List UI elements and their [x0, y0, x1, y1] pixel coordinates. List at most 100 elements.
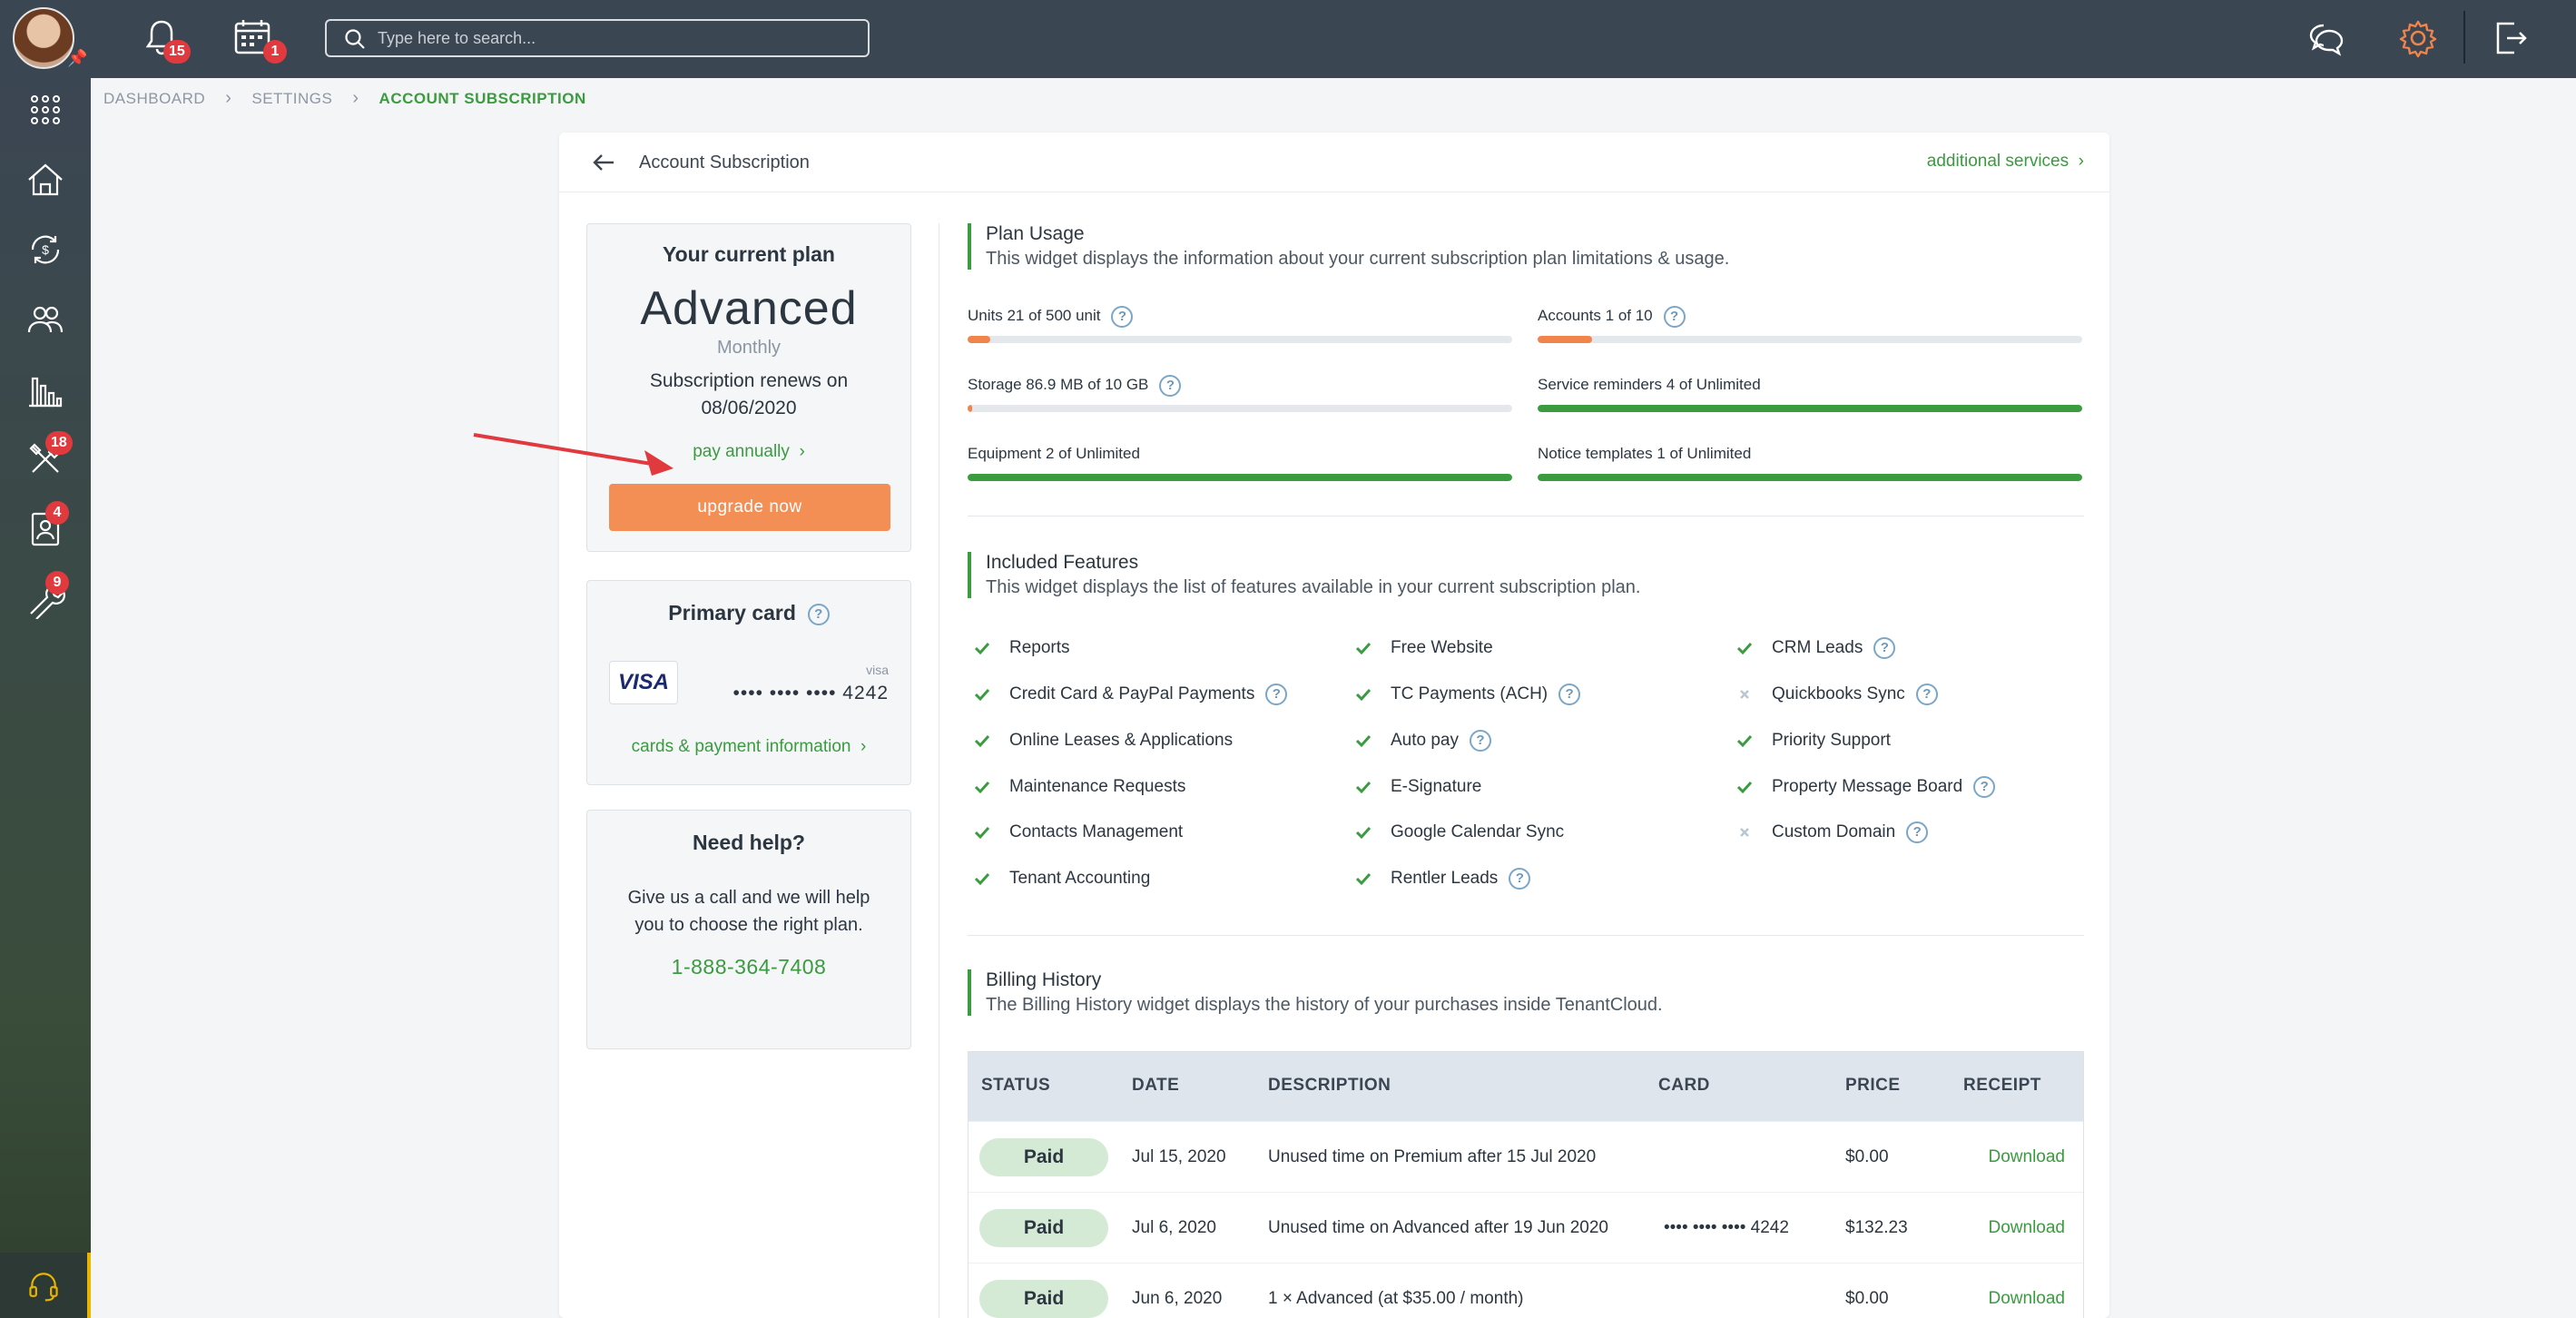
cross-icon: [1735, 685, 1754, 703]
feature-label: Property Message Board: [1772, 777, 1963, 796]
row-price: $0.00: [1845, 1147, 1889, 1166]
help-icon[interactable]: ?: [1159, 374, 1182, 397]
current-plan-heading: Your current plan: [663, 242, 835, 266]
sidebar-item-reports[interactable]: [0, 358, 91, 421]
feature-label: Google Calendar Sync: [1391, 822, 1565, 841]
house-icon: [28, 163, 63, 196]
help-icon[interactable]: ?: [1973, 776, 1996, 798]
upgrade-now-button[interactable]: upgrade now: [609, 484, 890, 531]
notifications-bell-icon[interactable]: 15: [140, 16, 191, 64]
help-icon[interactable]: ?: [1558, 684, 1581, 705]
calendar-icon[interactable]: 1: [231, 16, 287, 64]
search-box[interactable]: [325, 19, 870, 57]
apps-grid-icon: [31, 95, 60, 124]
subscription-panel: Account Subscription additional services…: [559, 133, 2109, 1318]
table-row: Paid Jul 15, 2020 Unused time on Premium a…: [968, 1121, 2083, 1192]
feature-label: Free Website: [1391, 638, 1493, 657]
help-icon[interactable]: ?: [1265, 684, 1288, 705]
feature-label: E-Signature: [1391, 777, 1482, 796]
usage-label: Notice templates 1 of Unlimited: [1538, 445, 1752, 462]
sidebar: $ 18 4 9: [0, 78, 91, 1318]
cards-payment-info-link[interactable]: cards & payment information ›: [587, 737, 910, 757]
billing-history-desc: The Billing History widget displays the …: [986, 995, 1663, 1015]
breadcrumb-settings[interactable]: SETTINGS: [251, 90, 332, 108]
usage-label: Equipment 2 of Unlimited: [968, 445, 1140, 462]
usage-progress-bar: [968, 474, 1512, 481]
sidebar-item-apps[interactable]: [0, 78, 91, 142]
breadcrumb-dashboard[interactable]: DASHBOARD: [103, 90, 205, 108]
usage-progress-bar: [1538, 336, 2082, 343]
download-link[interactable]: Download: [1989, 1289, 2066, 1309]
sidebar-item-contacts[interactable]: 4: [0, 497, 91, 561]
settings-gear-icon[interactable]: [2396, 16, 2440, 60]
check-icon: [1354, 778, 1372, 796]
row-description: Unused time on Premium after 15 Jul 2020: [1268, 1147, 1597, 1166]
sidebar-item-properties[interactable]: [0, 148, 91, 211]
topbar-divider: [2463, 11, 2465, 64]
check-icon: [973, 823, 991, 841]
back-arrow-icon[interactable]: [590, 149, 617, 176]
col-card: CARD: [1658, 1076, 1710, 1095]
plan-usage-desc: This widget displays the information abo…: [986, 249, 1730, 269]
feature-item: Google Calendar Sync: [1354, 820, 1564, 845]
download-link[interactable]: Download: [1989, 1218, 2066, 1238]
breadcrumb-account-subscription: ACCOUNT SUBSCRIPTION: [379, 89, 586, 107]
check-icon: [973, 639, 991, 657]
feature-item: CRM Leads?: [1735, 635, 1896, 661]
additional-services-link[interactable]: additional services ›: [1927, 152, 2084, 172]
check-icon: [1735, 778, 1754, 796]
billing-table: STATUS DATE DESCRIPTION CARD PRICE RECEI…: [968, 1051, 2084, 1318]
help-icon[interactable]: ?: [1663, 305, 1686, 328]
help-icon[interactable]: ?: [807, 603, 830, 625]
help-icon[interactable]: ?: [1915, 684, 1938, 705]
help-icon[interactable]: ?: [1906, 821, 1929, 843]
status-badge: Paid: [979, 1280, 1108, 1318]
included-features-desc: This widget displays the list of feature…: [986, 577, 1641, 597]
feature-item: Maintenance Requests: [973, 774, 1185, 800]
feature-item: Custom Domain?: [1735, 820, 1929, 845]
row-description: Unused time on Advanced after 19 Jun 202…: [1268, 1218, 1608, 1237]
row-price: $132.23: [1845, 1218, 1908, 1237]
feature-item: TC Payments (ACH)?: [1354, 682, 1581, 707]
feature-item: E-Signature: [1354, 774, 1481, 800]
logout-icon[interactable]: [2489, 16, 2532, 60]
usage-label: Service reminders 4 of Unlimited: [1538, 376, 1761, 393]
row-price: $0.00: [1845, 1289, 1889, 1308]
plan-usage-title: Plan Usage: [986, 223, 1085, 244]
panel-header: Account Subscription additional services…: [559, 133, 2109, 192]
download-link[interactable]: Download: [1989, 1147, 2066, 1167]
chat-icon[interactable]: [2306, 16, 2349, 60]
usage-item: Service reminders 4 of Unlimited: [1538, 372, 2082, 412]
usage-item: Storage 86.9 MB of 10 GB?: [968, 372, 1512, 412]
usage-progress-bar: [968, 405, 1512, 412]
col-receipt: RECEIPT: [1963, 1076, 2041, 1095]
status-badge: Paid: [979, 1209, 1108, 1247]
user-avatar[interactable]: [13, 7, 74, 69]
usage-progress-fill: [1538, 474, 2082, 481]
support-phone-link[interactable]: 1-888-364-7408: [587, 955, 910, 979]
plan-usage-header: Plan Usage This widget displays the info…: [968, 223, 1729, 270]
row-date: Jul 15, 2020: [1132, 1147, 1226, 1166]
sidebar-item-people[interactable]: [0, 288, 91, 351]
usage-progress-fill: [1538, 405, 2082, 412]
feature-label: Tenant Accounting: [1009, 869, 1151, 888]
support-button[interactable]: [0, 1253, 91, 1318]
sidebar-item-maintenance[interactable]: 9: [0, 567, 91, 631]
help-icon[interactable]: ?: [1470, 730, 1491, 752]
usage-label: Accounts 1 of 10?: [1538, 303, 2082, 329]
need-help-card: Need help? Give us a call and we will he…: [586, 810, 911, 1049]
sidebar-item-tools[interactable]: 18: [0, 428, 91, 491]
sidebar-item-payments[interactable]: $: [0, 218, 91, 281]
help-icon[interactable]: ?: [1111, 305, 1134, 328]
visa-logo: VISA: [609, 661, 678, 704]
tools-badge: 18: [45, 431, 73, 455]
chevron-right-icon: ›: [225, 88, 232, 108]
help-icon[interactable]: ?: [1873, 637, 1896, 659]
usage-progress-fill: [1538, 336, 1592, 343]
check-icon: [973, 732, 991, 750]
feature-label: CRM Leads: [1772, 638, 1863, 657]
search-input[interactable]: [378, 26, 850, 50]
help-icon[interactable]: ?: [1509, 868, 1531, 890]
check-icon: [973, 685, 991, 703]
feature-item: Quickbooks Sync?: [1735, 682, 1938, 707]
